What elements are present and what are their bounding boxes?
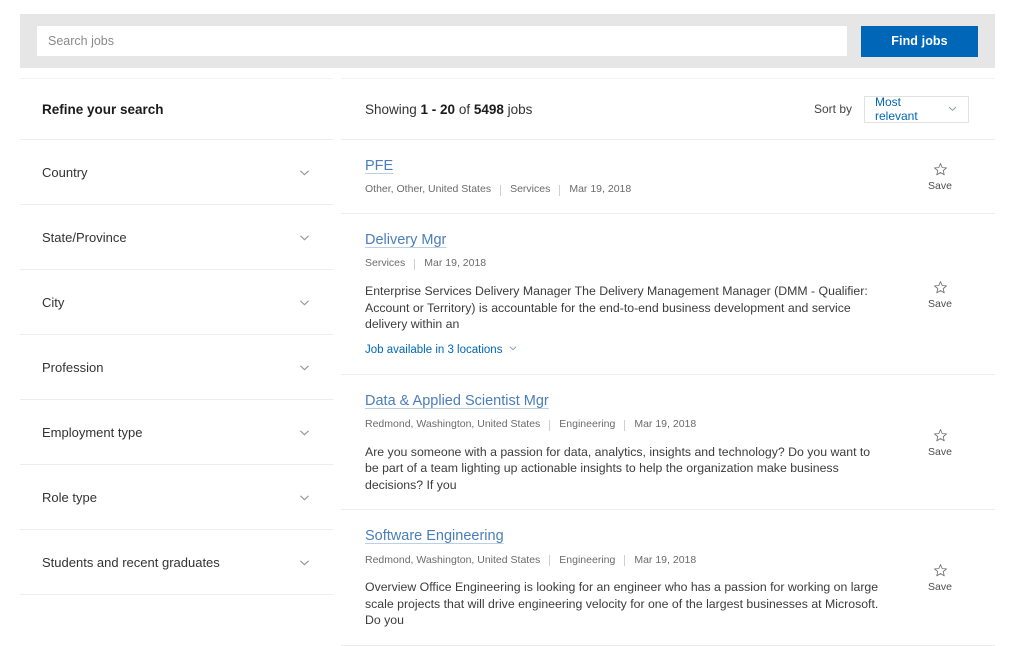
showing-range: 1 - 20	[420, 101, 456, 117]
job-card-body: PFE Other, Other, United States Services Ma…	[365, 157, 909, 197]
job-title-link[interactable]: Delivery Mgr	[365, 232, 446, 249]
refiner-label: City	[42, 294, 65, 310]
chevron-down-icon	[298, 296, 311, 309]
results-count: Showing 1 - 20 of 5498 jobs	[365, 102, 532, 117]
refiner-label: State/Province	[42, 229, 127, 245]
search-bar: Find jobs	[20, 14, 995, 68]
job-description: Overview Office Engineering is looking f…	[365, 580, 879, 628]
job-category: Services	[365, 257, 406, 270]
chevron-down-icon	[298, 361, 311, 374]
job-date: Mar 19, 2018	[424, 257, 487, 270]
job-card: Software Engineering Redmond, Washington,…	[341, 510, 995, 646]
sort-controls: Sort by Most relevant	[813, 95, 969, 123]
chevron-down-icon	[298, 491, 311, 504]
job-date: Mar 19, 2018	[634, 553, 697, 566]
meta-separator	[624, 419, 626, 431]
refiner-item-employment-type[interactable]: Employment type	[20, 400, 333, 465]
save-label: Save	[928, 180, 952, 193]
refiner-label: Employment type	[42, 424, 143, 440]
job-meta: Redmond, Washington, United States Engine…	[365, 554, 889, 568]
results-panel: Showing 1 - 20 of 5498 jobs Sort by Most…	[341, 78, 995, 646]
meta-separator	[500, 184, 502, 196]
refiner-item-city[interactable]: City	[20, 270, 333, 335]
save-label: Save	[928, 445, 952, 458]
refiner-item-role-type[interactable]: Role type	[20, 465, 333, 530]
meta-separator	[624, 555, 626, 567]
job-card-body: Software Engineering Redmond, Washington,…	[365, 527, 909, 628]
job-card: PFE Other, Other, United States Services Ma…	[341, 140, 995, 215]
showing-prefix: Showing	[365, 101, 421, 117]
star-outline-icon	[933, 428, 948, 443]
save-label: Save	[928, 297, 952, 310]
refiner-label: Role type	[42, 489, 97, 505]
job-card-body: Data & Applied Scientist Mgr Redmond, Was…	[365, 392, 909, 493]
job-card-body: Delivery Mgr Services Mar 19, 2018 Enterpri…	[365, 231, 909, 358]
meta-separator	[549, 419, 551, 431]
sidebar-header: Refine your search	[20, 79, 333, 140]
chevron-down-icon	[947, 103, 960, 116]
chevron-down-icon	[298, 231, 311, 244]
job-list: PFE Other, Other, United States Services Ma…	[341, 140, 995, 646]
save-label: Save	[928, 581, 952, 594]
meta-separator	[549, 555, 551, 567]
star-outline-icon	[933, 162, 948, 177]
job-date: Mar 19, 2018	[569, 183, 632, 196]
chevron-down-icon	[508, 343, 521, 356]
refiner-label: Country	[42, 164, 88, 180]
job-card: Delivery Mgr Services Mar 19, 2018 Enterpri…	[341, 214, 995, 375]
refiner-item-profession[interactable]: Profession	[20, 335, 333, 400]
save-job-button[interactable]: Save	[909, 162, 971, 192]
search-input[interactable]	[37, 26, 847, 56]
refine-search-sidebar: Refine your search Country State/Province…	[20, 78, 333, 595]
save-job-button[interactable]: Save	[909, 428, 971, 458]
refiner-item-country[interactable]: Country	[20, 140, 333, 205]
job-category: Services	[510, 183, 551, 196]
chevron-down-icon	[298, 556, 311, 569]
job-category: Engineering	[559, 553, 616, 566]
job-locations-label: Job available in 3 locations	[365, 343, 503, 356]
job-meta: Other, Other, United States Services Mar 1…	[365, 183, 889, 197]
job-description: Enterprise Services Delivery Manager The…	[365, 284, 868, 331]
showing-total: 5498	[473, 101, 504, 117]
refiner-item-students-and-recent-graduates[interactable]: Students and recent graduates	[20, 530, 333, 595]
job-locations-toggle[interactable]: Job available in 3 locations	[365, 343, 521, 356]
meta-separator	[414, 258, 416, 270]
job-location: Redmond, Washington, United States	[365, 418, 541, 431]
job-title-link[interactable]: PFE	[365, 158, 393, 175]
save-job-button[interactable]: Save	[909, 563, 971, 593]
job-title-link[interactable]: Software Engineering	[365, 528, 504, 545]
find-jobs-button[interactable]: Find jobs	[861, 25, 978, 57]
sort-by-dropdown[interactable]: Most relevant	[864, 95, 969, 123]
job-meta: Redmond, Washington, United States Engine…	[365, 418, 889, 432]
job-category: Engineering	[559, 418, 616, 431]
job-location: Redmond, Washington, United States	[365, 553, 541, 566]
save-job-button[interactable]: Save	[909, 280, 971, 310]
sidebar-title: Refine your search	[42, 101, 164, 117]
refiner-list: Country State/Province City Profession Emplo…	[20, 140, 333, 595]
showing-suffix: jobs	[503, 101, 533, 117]
results-header: Showing 1 - 20 of 5498 jobs Sort by Most…	[341, 79, 995, 140]
star-outline-icon	[933, 280, 948, 295]
page-body: Refine your search Country State/Province…	[20, 78, 995, 646]
sort-by-label: Sort by	[813, 102, 852, 116]
job-location: Other, Other, United States	[365, 183, 492, 196]
chevron-down-icon	[298, 166, 311, 179]
star-outline-icon	[933, 563, 948, 578]
refiner-label: Students and recent graduates	[42, 554, 220, 570]
refiner-item-state-province[interactable]: State/Province	[20, 205, 333, 270]
job-title-link[interactable]: Data & Applied Scientist Mgr	[365, 393, 549, 410]
sort-by-value: Most relevant	[875, 95, 918, 123]
job-card: Data & Applied Scientist Mgr Redmond, Was…	[341, 374, 995, 511]
showing-of: of	[455, 101, 474, 117]
refiner-label: Profession	[42, 359, 104, 375]
meta-separator	[559, 184, 561, 196]
job-date: Mar 19, 2018	[634, 418, 697, 431]
job-description: Are you someone with a passion for data,…	[365, 445, 871, 492]
chevron-down-icon	[298, 426, 311, 439]
job-meta: Services Mar 19, 2018	[365, 257, 889, 271]
